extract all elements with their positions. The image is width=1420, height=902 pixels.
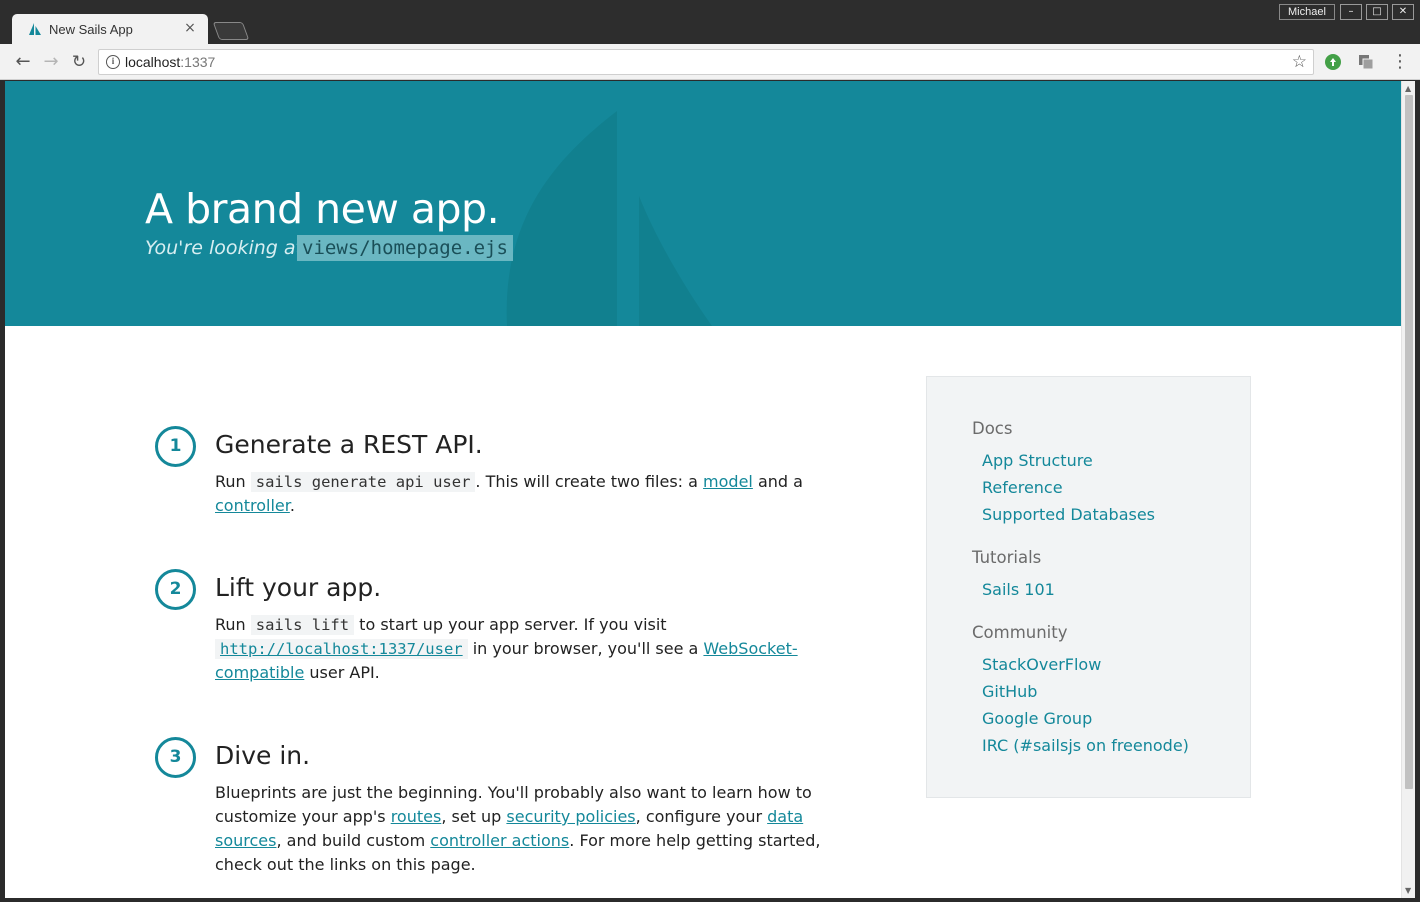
step-number-badge: 3 <box>155 737 196 778</box>
scrollbar-thumb[interactable] <box>1405 95 1413 789</box>
routes-link[interactable]: routes <box>391 807 442 826</box>
controller-link[interactable]: controller <box>215 496 290 515</box>
docs-link-reference[interactable]: Reference <box>982 478 1063 497</box>
step-title: Generate a REST API. <box>215 430 483 459</box>
extension-copy-icon[interactable] <box>1357 53 1375 71</box>
inline-code: sails lift <box>250 615 355 635</box>
hero-title: A brand new app. <box>145 185 500 233</box>
step-title: Lift your app. <box>215 573 382 602</box>
step-number-badge: 1 <box>155 426 196 467</box>
bookmark-star-icon[interactable]: ☆ <box>1292 52 1307 72</box>
community-heading: Community <box>972 623 1068 642</box>
docs-link-supported-databases[interactable]: Supported Databases <box>982 505 1155 524</box>
docs-link-app-structure[interactable]: App Structure <box>982 451 1093 470</box>
text: user API. <box>304 663 380 682</box>
maximize-button[interactable]: □ <box>1366 4 1388 20</box>
url-text[interactable]: localhost:1337 <box>125 54 215 70</box>
minimize-button[interactable]: – <box>1340 4 1362 20</box>
close-tab-icon[interactable]: × <box>182 19 198 37</box>
community-link-github[interactable]: GitHub <box>982 682 1037 701</box>
back-arrow-icon[interactable]: ← <box>12 51 34 73</box>
community-link-stackoverflow[interactable]: StackOverFlow <box>982 655 1101 674</box>
hero-file-path: views/homepage.ejs <box>297 235 513 261</box>
close-window-button[interactable]: ✕ <box>1392 4 1414 20</box>
browser-tab[interactable]: New Sails App × <box>12 14 208 44</box>
hero-banner: A brand new app. You're looking at: view… <box>5 81 1401 326</box>
reload-icon[interactable]: ↻ <box>68 51 90 73</box>
browser-menu-icon[interactable]: ⋮ <box>1391 52 1409 72</box>
sails-boat-watermark-icon <box>506 111 712 326</box>
page-scrollbar[interactable]: ▲ ▼ <box>1401 81 1415 898</box>
browser-titlebar: New Sails App × Michael – □ ✕ <box>0 0 1420 44</box>
controller-actions-link[interactable]: controller actions <box>430 831 569 850</box>
step-description: Blueprints are just the beginning. You'l… <box>215 781 855 877</box>
docs-heading: Docs <box>972 419 1013 438</box>
community-link-irc[interactable]: IRC (#sailsjs on freenode) <box>982 736 1189 755</box>
step-description: Run sails generate api user. This will c… <box>215 470 855 518</box>
community-link-google-group[interactable]: Google Group <box>982 709 1092 728</box>
tutorials-heading: Tutorials <box>972 548 1042 567</box>
new-tab-button[interactable] <box>212 22 250 40</box>
security-policies-link[interactable]: security policies <box>506 807 635 826</box>
browser-toolbar: ← → ↻ i localhost:1337 ☆ ⋮ <box>0 44 1420 80</box>
extension-green-icon[interactable] <box>1324 53 1342 71</box>
resources-sidebar: Docs App Structure Reference Supported D… <box>926 376 1251 798</box>
step-title: Dive in. <box>215 741 311 770</box>
sails-logo-icon <box>29 23 41 35</box>
url-port: :1337 <box>180 54 216 70</box>
text: . This will create two files: a <box>475 472 704 491</box>
text: . <box>289 496 295 515</box>
info-icon[interactable]: i <box>106 55 120 69</box>
hero-subtitle: You're looking at: <box>145 237 310 259</box>
step-description: Run sails lift to start up your app serv… <box>215 613 835 685</box>
scroll-up-arrow-icon[interactable]: ▲ <box>1405 84 1411 93</box>
localhost-user-link[interactable]: http://localhost:1337/user <box>215 639 468 659</box>
text: , set up <box>441 807 507 826</box>
tab-title: New Sails App <box>49 22 133 37</box>
text: Run <box>215 472 251 491</box>
text: , configure your <box>635 807 768 826</box>
scroll-down-arrow-icon[interactable]: ▼ <box>1405 886 1411 895</box>
text: , and build custom <box>276 831 431 850</box>
forward-arrow-icon[interactable]: → <box>40 51 62 73</box>
model-link[interactable]: model <box>703 472 753 491</box>
profile-button[interactable]: Michael <box>1279 4 1335 20</box>
step-number-badge: 2 <box>155 569 196 610</box>
address-bar[interactable]: i localhost:1337 ☆ <box>98 49 1314 75</box>
text: in your browser, you'll see a <box>467 639 704 658</box>
url-host: localhost <box>125 54 181 70</box>
inline-code: sails generate api user <box>250 472 476 492</box>
text: and a <box>752 472 803 491</box>
page-viewport: A brand new app. You're looking at: view… <box>5 81 1401 898</box>
text: to start up your app server. If you visi… <box>354 615 667 634</box>
tutorials-link-sails-101[interactable]: Sails 101 <box>982 580 1055 599</box>
text: Run <box>215 615 251 634</box>
